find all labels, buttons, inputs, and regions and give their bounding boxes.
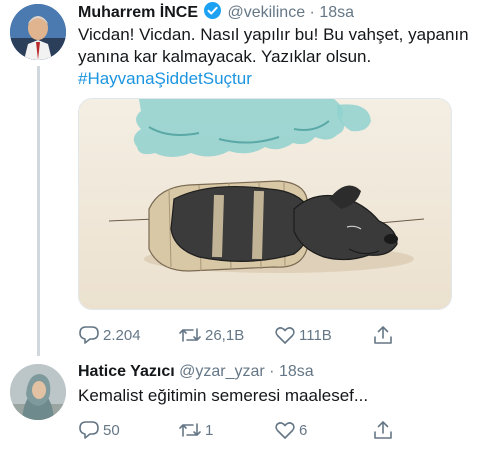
like-button[interactable]: 6 bbox=[274, 420, 307, 440]
reply-count: 50 bbox=[103, 421, 120, 439]
tweet-body-text: Vicdan! Vicdan. Nasıl yapılır bu! Bu vah… bbox=[78, 25, 469, 66]
retweet-icon bbox=[179, 328, 201, 342]
retweet-button[interactable]: 1 bbox=[178, 420, 213, 440]
tweet-body-text: Kemalist eğitimin semeresi maalesef... bbox=[78, 386, 369, 405]
user-handle[interactable]: @vekilince bbox=[227, 4, 305, 21]
reply-count: 2.204 bbox=[103, 326, 141, 344]
hashtag-link[interactable]: #HayvanaŞiddetSuçtur bbox=[78, 69, 252, 88]
retweet-count: 26,1B bbox=[205, 326, 245, 344]
tweet-header: Hatice Yazıcı @yzar_yzar · 18sa bbox=[78, 362, 314, 382]
separator-dot: · bbox=[309, 4, 315, 21]
display-name[interactable]: Muharrem İNCE bbox=[78, 4, 198, 21]
like-button[interactable]: 111B bbox=[274, 325, 332, 345]
timestamp[interactable]: 18sa bbox=[279, 363, 314, 380]
retweet-count: 1 bbox=[205, 421, 214, 439]
share-button[interactable] bbox=[372, 419, 394, 441]
like-count: 6 bbox=[299, 421, 308, 439]
like-count: 111B bbox=[299, 326, 332, 344]
reply-button[interactable]: 50 bbox=[78, 420, 120, 440]
tweet-muharrem-ince[interactable]: Muharrem İNCE @vekilince · 18sa Vicdan! … bbox=[0, 0, 492, 356]
display-name[interactable]: Hatice Yazıcı bbox=[78, 363, 175, 380]
tweet-text: Vicdan! Vicdan. Nasıl yapılır bu! Bu vah… bbox=[78, 24, 478, 90]
reply-icon bbox=[79, 326, 99, 344]
heart-icon bbox=[275, 422, 295, 439]
tweet-text: Kemalist eğitimin semeresi maalesef... bbox=[78, 385, 478, 407]
tweet-hatice-yazici[interactable]: Hatice Yazıcı @yzar_yzar · 18sa Kemalist… bbox=[0, 356, 492, 458]
retweet-button[interactable]: 26,1B bbox=[178, 325, 244, 345]
tweet-header: Muharrem İNCE @vekilince · 18sa bbox=[78, 2, 354, 23]
verified-badge-icon bbox=[204, 2, 222, 19]
avatar[interactable] bbox=[10, 4, 66, 60]
timestamp[interactable]: 18sa bbox=[319, 4, 354, 21]
share-icon bbox=[374, 326, 392, 344]
avatar[interactable] bbox=[10, 364, 66, 420]
heart-icon bbox=[275, 327, 295, 344]
reply-icon bbox=[79, 421, 99, 439]
share-button[interactable] bbox=[372, 324, 394, 346]
tweet-image[interactable] bbox=[78, 98, 452, 310]
retweet-icon bbox=[179, 423, 201, 437]
separator-dot: · bbox=[269, 363, 275, 380]
user-handle[interactable]: @yzar_yzar bbox=[179, 363, 265, 380]
reply-button[interactable]: 2.204 bbox=[78, 325, 141, 345]
share-icon bbox=[374, 421, 392, 439]
